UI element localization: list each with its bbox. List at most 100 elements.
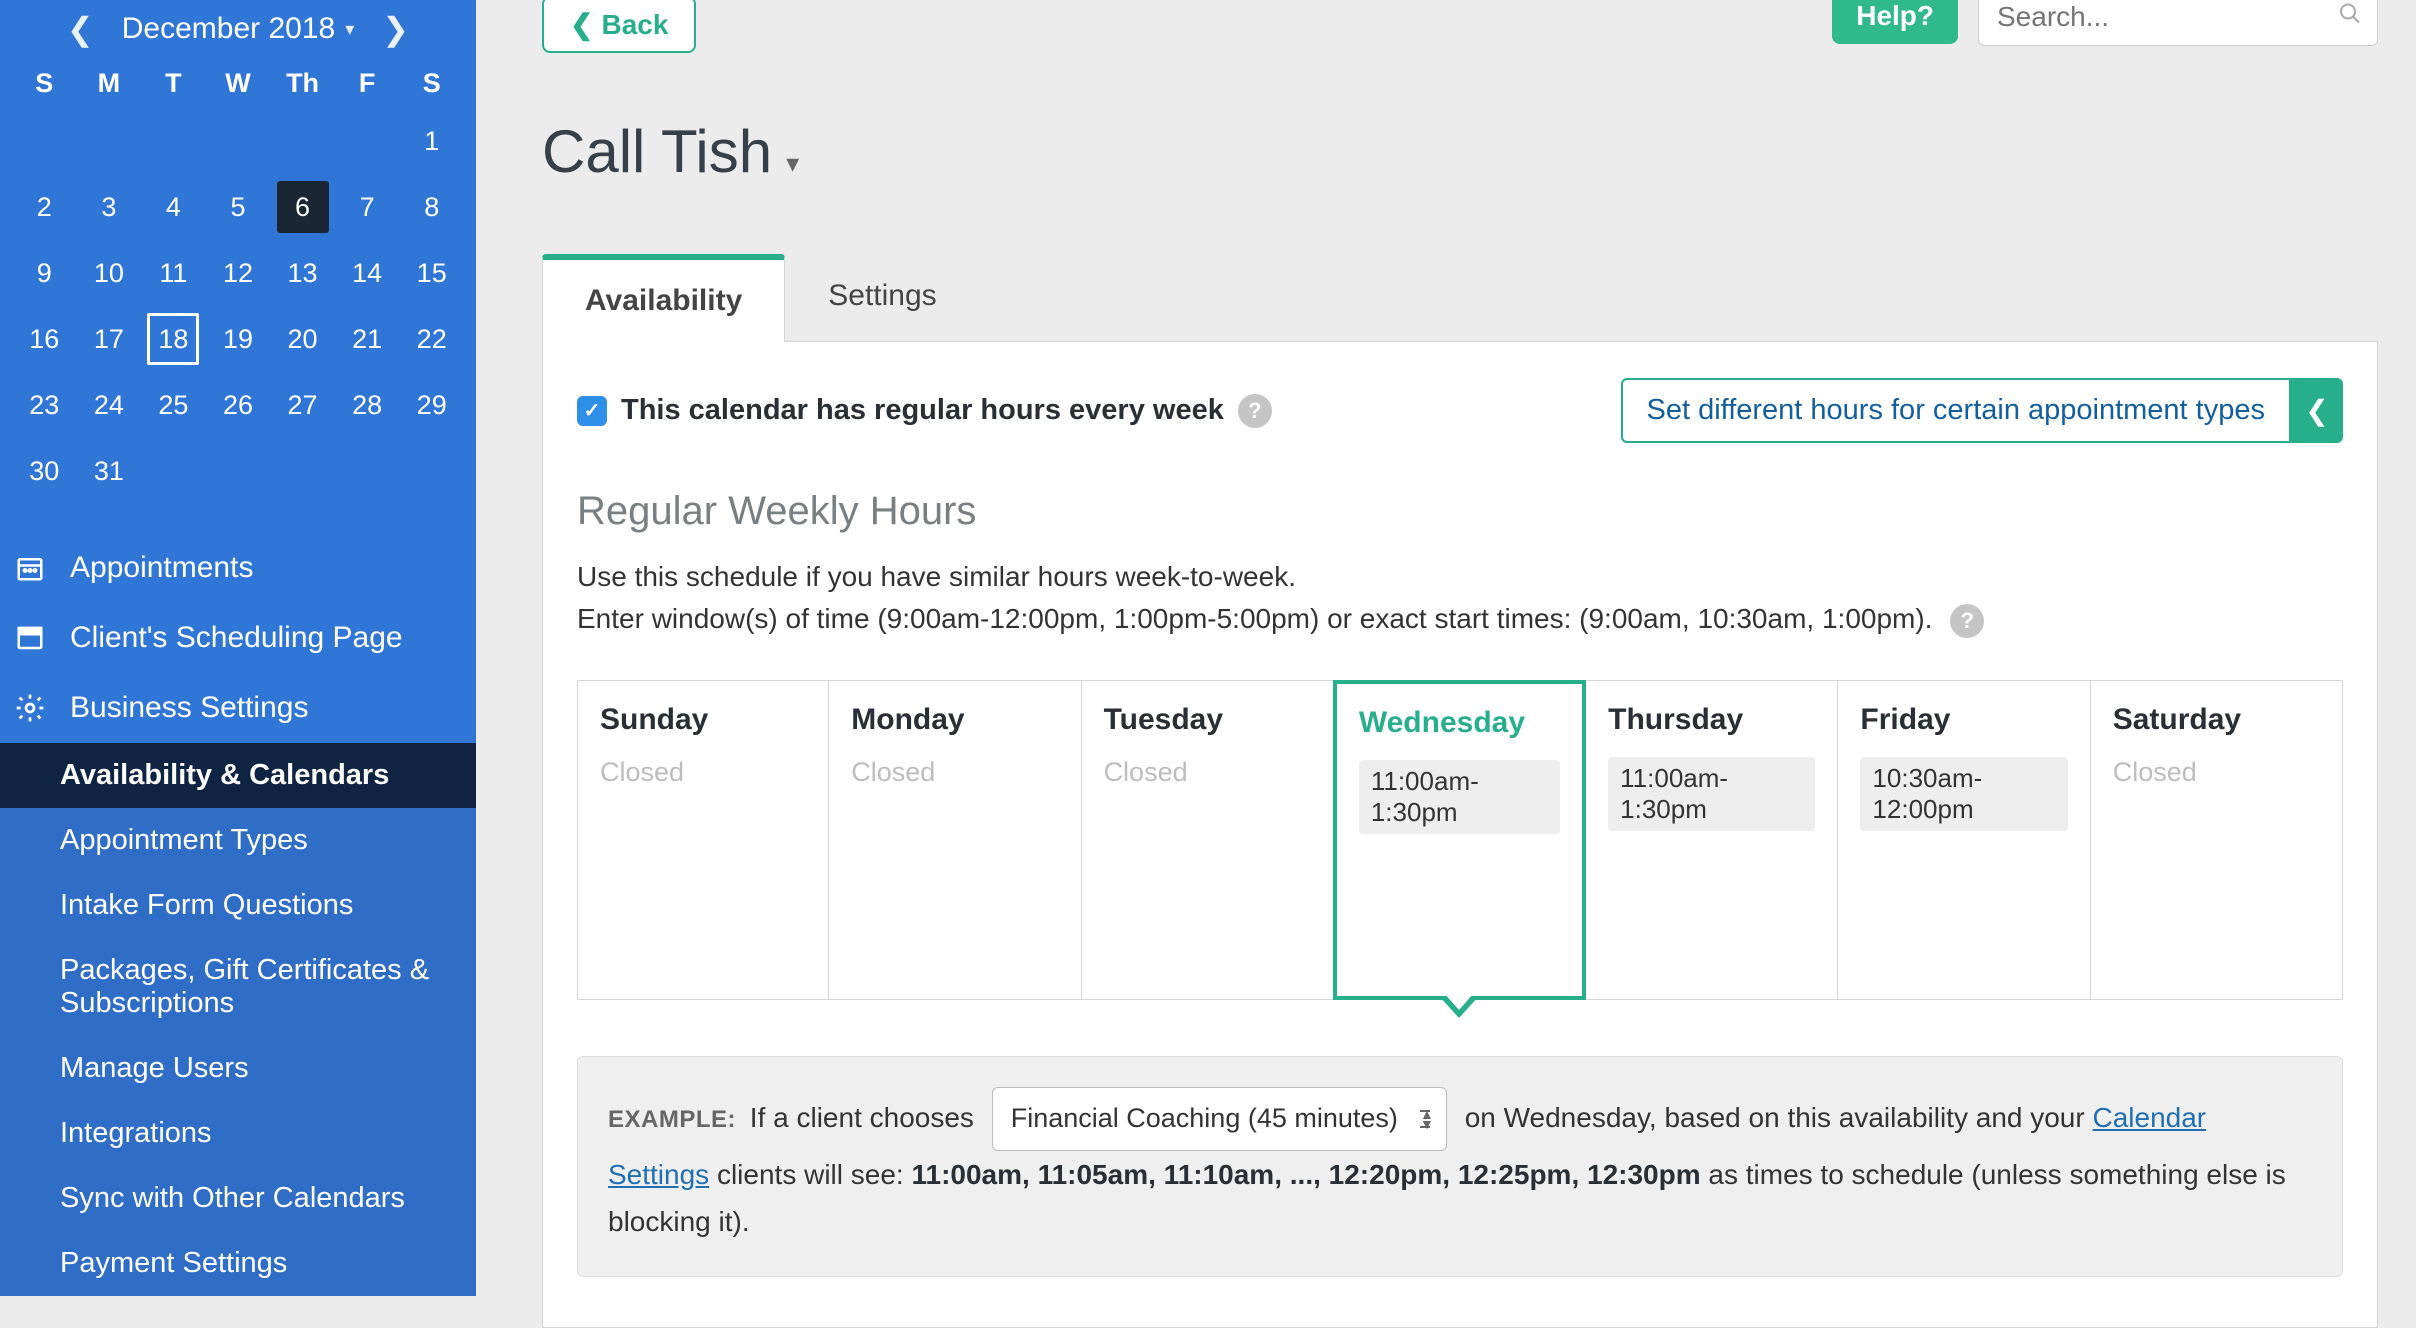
help-icon[interactable]: ? — [1950, 604, 1984, 638]
collapse-panel-button[interactable]: ❮ — [2291, 378, 2343, 443]
calendar-month-label: December 2018 — [122, 12, 335, 46]
regular-hours-checkbox[interactable]: ✓ — [577, 396, 607, 426]
nav-client-page[interactable]: Client's Scheduling Page — [0, 603, 476, 673]
calendar-day[interactable]: 3 — [77, 183, 142, 231]
calendar-day[interactable]: 13 — [270, 249, 335, 297]
calendar-day[interactable]: 22 — [399, 315, 464, 363]
topbar: ❮ Back Help? — [542, 0, 2378, 53]
day-name: Monday — [851, 703, 1058, 737]
desc-line-1: Use this schedule if you have similar ho… — [577, 561, 1296, 592]
appointment-type-select[interactable]: Financial Coaching (45 minutes) ▲▼ — [992, 1087, 1447, 1151]
regular-weekly-hours-heading: Regular Weekly Hours — [577, 489, 2343, 534]
day-column[interactable]: SundayClosed — [577, 680, 829, 1000]
calendar-day[interactable]: 12 — [206, 249, 271, 297]
calendar-day[interactable]: 29 — [399, 381, 464, 429]
calendar-day[interactable]: 2 — [12, 183, 77, 231]
title-dropdown-icon[interactable]: ▾ — [786, 148, 799, 179]
example-box: EXAMPLE: If a client chooses Financial C… — [577, 1056, 2343, 1277]
mini-calendar-header: ❮ December 2018 ▾ ❯ — [0, 0, 476, 68]
calendar-next-icon[interactable]: ❯ — [372, 8, 419, 50]
different-hours-button[interactable]: Set different hours for certain appointm… — [1621, 378, 2292, 443]
day-column[interactable]: Thursday 11:00am-1:30pm — [1585, 680, 1838, 1000]
sidebar-nav: Appointments Client's Scheduling Page Bu… — [0, 513, 476, 1296]
example-text-3: clients will see: — [709, 1159, 911, 1190]
day-name: Saturday — [2113, 703, 2320, 737]
time-chip[interactable]: 10:30am-12:00pm — [1860, 757, 2067, 831]
nav-label: Business Settings — [70, 691, 308, 725]
back-button[interactable]: ❮ Back — [542, 0, 696, 53]
calendar-day[interactable]: 23 — [12, 381, 77, 429]
different-hours-group: Set different hours for certain appointm… — [1621, 378, 2344, 443]
search-input[interactable] — [1978, 0, 2378, 46]
calendar-day[interactable]: 9 — [12, 249, 77, 297]
weekly-hours-grid: SundayClosedMondayClosedTuesdayClosedWed… — [577, 680, 2343, 1000]
calendar-day[interactable]: 18 — [141, 315, 206, 363]
calendar-month-dropdown[interactable]: December 2018 ▾ — [122, 12, 355, 46]
page-title-row: Call Tish ▾ — [542, 117, 2378, 186]
chevron-down-icon: ▾ — [345, 19, 354, 40]
tab-settings[interactable]: Settings — [785, 254, 979, 341]
day-column[interactable]: Saturday Closed — [2090, 680, 2343, 1000]
day-column[interactable]: MondayClosed — [828, 680, 1081, 1000]
calendar-day[interactable]: 24 — [77, 381, 142, 429]
sidebar-sub-item[interactable]: Availability & Calendars — [0, 743, 476, 808]
nav-business-settings[interactable]: Business Settings — [0, 673, 476, 743]
sidebar-sub-item[interactable]: Manage Users — [0, 1036, 476, 1101]
main-content: ❮ Back Help? Call Tish ▾ Availability Se… — [476, 0, 2416, 1210]
calendar-day[interactable]: 26 — [206, 381, 271, 429]
calendar-day[interactable]: 4 — [141, 183, 206, 231]
closed-label: Closed — [1104, 757, 1311, 788]
sidebar-sub-item[interactable]: Intake Form Questions — [0, 873, 476, 938]
availability-panel: ✓ This calendar has regular hours every … — [542, 342, 2378, 1328]
day-name: Thursday — [1608, 703, 1815, 737]
calendar-day[interactable]: 11 — [141, 249, 206, 297]
help-icon[interactable]: ? — [1238, 394, 1272, 428]
sidebar-sub-item[interactable]: Packages, Gift Certificates & Subscripti… — [0, 938, 476, 1036]
sidebar-sub-item[interactable]: Integrations — [0, 1101, 476, 1166]
day-column[interactable]: Wednesday 11:00am-1:30pm — [1333, 680, 1586, 1000]
topbar-right: Help? — [1832, 0, 2378, 46]
calendar-day[interactable]: 27 — [270, 381, 335, 429]
time-chip[interactable]: 11:00am-1:30pm — [1359, 760, 1560, 834]
calendar-dow: S — [399, 68, 464, 99]
regular-hours-checkbox-label: This calendar has regular hours every we… — [621, 394, 1224, 427]
tab-availability[interactable]: Availability — [542, 254, 785, 342]
example-times: 11:00am, 11:05am, 11:10am, ..., 12:20pm,… — [911, 1159, 1700, 1190]
calendar-day[interactable]: 16 — [12, 315, 77, 363]
day-column[interactable]: Friday10:30am-12:00pm — [1837, 680, 2090, 1000]
calendar-day[interactable]: 14 — [335, 249, 400, 297]
calendar-day[interactable]: 31 — [77, 447, 142, 495]
nav-appointments[interactable]: Appointments — [0, 533, 476, 603]
select-stepper-icon: ▲▼ — [1420, 1109, 1434, 1129]
calendar-day[interactable]: 17 — [77, 315, 142, 363]
sidebar-sub-item[interactable]: Payment Settings — [0, 1231, 476, 1296]
help-button[interactable]: Help? — [1832, 0, 1958, 44]
tabs: Availability Settings — [542, 254, 2378, 342]
calendar-day[interactable]: 10 — [77, 249, 142, 297]
calendar-day[interactable]: 5 — [206, 183, 271, 231]
calendar-day[interactable]: 1 — [399, 117, 464, 165]
calendar-day[interactable]: 6 — [270, 183, 335, 231]
day-name: Wednesday — [1359, 706, 1560, 740]
calendar-prev-icon[interactable]: ❮ — [57, 8, 104, 50]
calendar-day[interactable]: 30 — [12, 447, 77, 495]
sidebar-sub-item[interactable]: Sync with Other Calendars — [0, 1166, 476, 1231]
calendar-day[interactable]: 19 — [206, 315, 271, 363]
day-column[interactable]: TuesdayClosed — [1081, 680, 1334, 1000]
calendar-day[interactable]: 20 — [270, 315, 335, 363]
calendar-day[interactable]: 28 — [335, 381, 400, 429]
calendar-day[interactable]: 21 — [335, 315, 400, 363]
chevron-left-icon: ❮ — [570, 8, 593, 41]
regular-hours-header-row: ✓ This calendar has regular hours every … — [577, 378, 2343, 443]
mini-calendar-grid: SMTWThFS12345678910111213141516171819202… — [0, 68, 476, 513]
time-chip[interactable]: 11:00am-1:30pm — [1608, 757, 1815, 831]
calendar-day[interactable]: 8 — [399, 183, 464, 231]
sidebar-sub-item[interactable]: Appointment Types — [0, 808, 476, 873]
calendar-day[interactable]: 15 — [399, 249, 464, 297]
regular-hours-description: Use this schedule if you have similar ho… — [577, 556, 2343, 640]
calendar-day[interactable]: 25 — [141, 381, 206, 429]
closed-label: Closed — [2113, 757, 2320, 788]
page-title: Call Tish — [542, 117, 772, 186]
calendar-dow: S — [12, 68, 77, 99]
calendar-day[interactable]: 7 — [335, 183, 400, 231]
